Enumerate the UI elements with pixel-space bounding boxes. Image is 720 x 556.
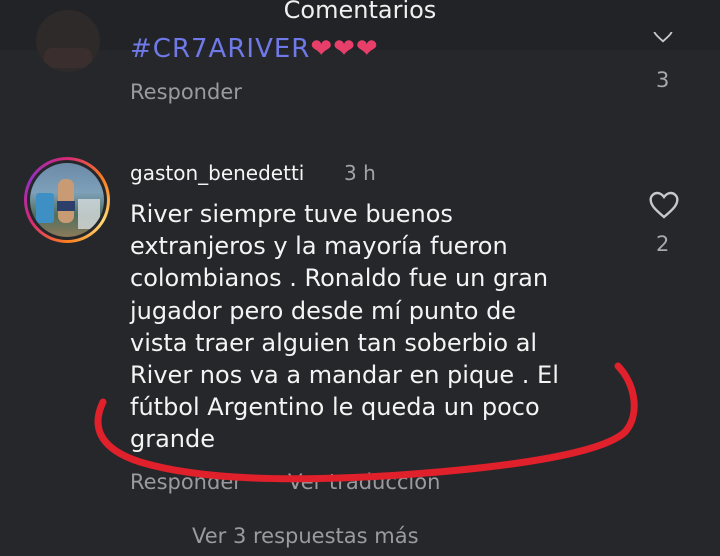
avatar-photo [30,163,104,237]
avatar[interactable] [36,10,100,72]
comment-timestamp: 3 h [344,161,376,185]
reply-button[interactable]: Responder [130,470,242,494]
hashtag-link[interactable]: #CR7ARIVER [130,34,310,64]
comment-username[interactable]: gaston_benedetti [130,161,304,185]
reply-button[interactable]: Responder [130,80,242,104]
like-count: 3 [656,68,670,92]
heart-icon[interactable] [648,190,680,220]
avatar-photo-detail [78,199,100,229]
comment-text: River siempre tuve buenos extranjeros y … [130,200,559,454]
page-title: Comentarios [283,0,437,24]
avatar[interactable] [24,157,110,243]
like-count: 2 [656,232,670,256]
avatar-photo-detail [36,193,54,223]
translate-button[interactable]: Ver traducción [288,470,440,494]
heart-icon[interactable] [652,32,674,46]
view-replies-button[interactable]: Ver 3 respuestas más [192,524,419,548]
avatar-photo-detail [57,201,75,211]
previous-comment-text: #CR7ARIVER❤❤❤ [130,34,379,68]
heart-emojis: ❤❤❤ [310,34,379,64]
